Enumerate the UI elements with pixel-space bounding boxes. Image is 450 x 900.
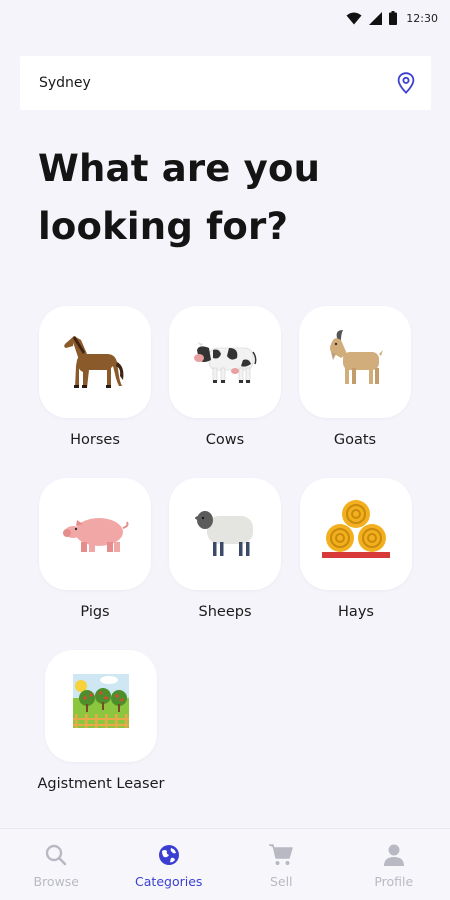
signal-icon: [369, 11, 383, 25]
category-cows[interactable]: Cows: [160, 306, 290, 448]
sheep-icon: [189, 496, 261, 572]
category-tile[interactable]: [299, 306, 411, 418]
category-tile[interactable]: [169, 306, 281, 418]
nav-profile[interactable]: Profile: [338, 829, 450, 900]
category-tile[interactable]: [39, 478, 151, 590]
category-label: Cows: [205, 432, 245, 448]
category-label: Sheeps: [198, 604, 252, 620]
nav-sell[interactable]: Sell: [225, 829, 338, 900]
globe-icon: [157, 842, 181, 868]
battery-icon: [389, 11, 398, 25]
cow-icon: [189, 324, 261, 400]
category-label: Horses: [70, 432, 120, 448]
category-label: Hays: [338, 604, 374, 620]
category-tile[interactable]: [300, 478, 412, 590]
location-selector[interactable]: Sydney: [20, 56, 431, 110]
nav-categories[interactable]: Categories: [113, 829, 226, 900]
category-tile[interactable]: [169, 478, 281, 590]
location-value: Sydney: [39, 75, 91, 91]
status-time: 12:30: [406, 11, 438, 25]
category-tile[interactable]: [45, 650, 157, 762]
category-label: Agistment Leaser: [37, 776, 165, 792]
goat-icon: [319, 324, 391, 400]
hay-bales-icon: [320, 496, 392, 572]
wifi-icon: [346, 12, 362, 25]
location-pin-icon[interactable]: [397, 72, 415, 94]
status-bar: 12:30: [0, 0, 450, 36]
category-pigs[interactable]: Pigs: [30, 478, 160, 620]
nav-browse[interactable]: Browse: [0, 829, 113, 900]
category-horses[interactable]: Horses: [30, 306, 160, 448]
pig-icon: [59, 496, 131, 572]
nav-label: Sell: [269, 874, 293, 889]
nav-label: Categories: [135, 874, 203, 889]
category-sheeps[interactable]: Sheeps: [160, 478, 290, 620]
orchard-field-icon: [65, 668, 137, 744]
nav-label: Profile: [374, 874, 414, 889]
category-agistment-leaser[interactable]: Agistment Leaser: [36, 650, 166, 792]
nav-label: Browse: [33, 874, 79, 889]
category-label: Pigs: [80, 604, 110, 620]
bottom-navigation: Browse Categories Sell Profile: [0, 828, 450, 900]
category-label: Goats: [333, 432, 377, 448]
cart-icon: [268, 842, 294, 868]
category-tile[interactable]: [39, 306, 151, 418]
horse-icon: [59, 324, 131, 400]
user-icon: [382, 842, 406, 868]
page-title: What are you looking for?: [38, 147, 321, 248]
category-hays[interactable]: Hays: [291, 478, 421, 620]
category-goats[interactable]: Goats: [290, 306, 420, 448]
search-icon: [44, 842, 68, 868]
